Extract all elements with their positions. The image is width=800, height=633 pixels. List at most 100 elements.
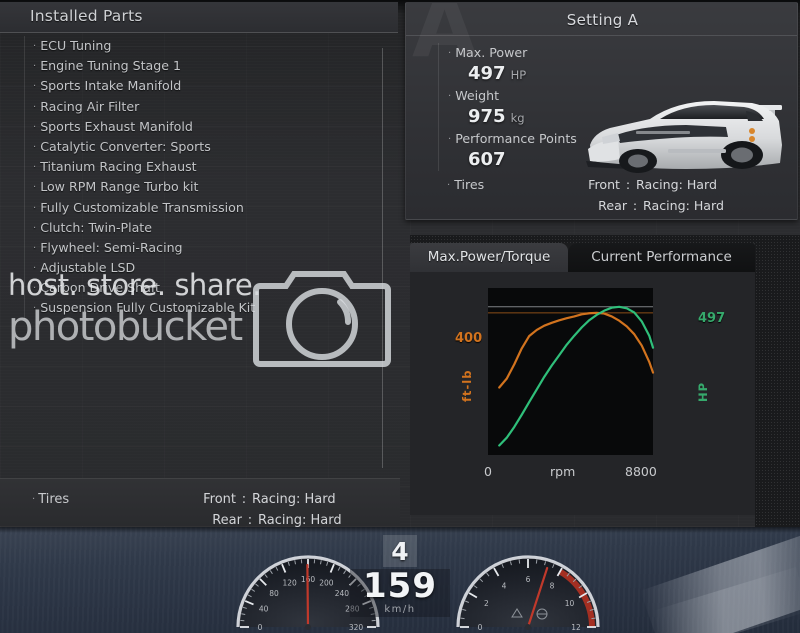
list-item[interactable]: · Racing Air Filter [33, 97, 394, 117]
tab-current-performance[interactable]: Current Performance [568, 243, 755, 272]
list-item-label: Sports Exhaust Manifold [40, 118, 193, 134]
list-item[interactable]: · Adjustable LSD [33, 258, 394, 278]
gauge-tick-label: 4 [502, 581, 507, 590]
setting-tires-rear-row: Rear: Racing: Hard [573, 198, 724, 213]
gauge-tick [460, 617, 465, 620]
bullet-icon: · [33, 41, 37, 52]
gauge-tick-label: 6 [526, 575, 531, 584]
setting-tires-label: · Tires [447, 177, 485, 192]
tab-max-power-torque[interactable]: Max.Power/Torque [410, 243, 568, 272]
stat-value: 975 kg [448, 106, 797, 129]
x-axis-tick-max: 8800 [625, 464, 657, 479]
list-item-label: Flywheel: Semi-Racing [40, 239, 183, 255]
list-item-label: Clutch: Twin-Plate [40, 219, 152, 235]
list-item[interactable]: · Flywheel: Semi-Racing [33, 238, 394, 258]
list-item-label: Suspension Fully Customizable Kit [40, 300, 256, 316]
gauge-tick-label: 10 [565, 599, 575, 608]
list-item[interactable]: · Sports Exhaust Manifold [33, 117, 394, 137]
list-item-label: Titanium Racing Exhaust [40, 159, 197, 175]
left-tires-rear-label: Rear [212, 513, 242, 528]
stat-value: 497 HP [448, 63, 797, 86]
x-axis-label: rpm [550, 464, 576, 479]
stat-label: · Weight [448, 86, 797, 106]
power-torque-plot [488, 288, 655, 455]
game-screen: Installed Parts · ECU Tuning · Engine Tunin… [0, 0, 800, 633]
bullet-icon: · [33, 101, 37, 113]
torque-peak-label: 400 [455, 331, 483, 346]
list-item-label: Racing Air Filter [40, 98, 140, 114]
page-title: Installed Parts [30, 7, 143, 25]
bullet-icon: · [33, 121, 37, 133]
list-item[interactable]: · Titanium Racing Exhaust [33, 157, 394, 177]
setting-tires-front-row: Front: Racing: Hard [566, 177, 717, 192]
list-item-label: ECU Tuning [40, 38, 112, 53]
gauge-tick-label: 240 [335, 589, 350, 598]
separator: : [241, 492, 247, 507]
list-item[interactable]: · Fully Customizable Transmission [33, 198, 394, 218]
setting-tires-front-value: Racing: Hard [636, 177, 717, 192]
driving-hud: 04080120160200240280320 024681012 4 159 … [0, 527, 800, 633]
gauge-tick-label: 120 [282, 579, 297, 588]
gear-number: 4 [391, 536, 409, 566]
gauge-tick-label: 12 [571, 623, 581, 630]
bullet-icon: · [33, 81, 37, 93]
list-item[interactable]: · Engine Tuning Stage 1 [33, 56, 394, 76]
speed-readout: 159 km/h [350, 569, 450, 617]
tachometer: 0 2 4 6 8 10 12 [456, 555, 600, 630]
performance-graph-panel: Max.Power/Torque Current Performance 400… [410, 243, 755, 515]
bullet-icon: · [33, 222, 37, 234]
gauge-tick-label: 80 [269, 589, 279, 598]
separator: : [632, 198, 638, 213]
list-item[interactable]: · Clutch: Twin-Plate [33, 218, 394, 238]
bullet-icon: · [448, 48, 452, 59]
bullet-icon: · [33, 162, 37, 174]
list-item-label: Sports Intake Manifold [40, 78, 182, 94]
stat-label-text: Performance Points [455, 131, 577, 146]
gauge-tick-label: 8 [550, 581, 555, 590]
stat-label-text: Weight [455, 88, 500, 103]
setting-a-panel: A Setting A · Max. Power 497 HP · Weight… [405, 2, 798, 220]
list-item-label: Catalytic Converter: Sports [40, 138, 211, 154]
list-item[interactable]: · Catalytic Converter: Sports [33, 137, 394, 157]
separator: : [247, 513, 253, 528]
graph-body: 400 497 ft-lb HP 0 rpm 8800 [410, 272, 755, 515]
overlay-ui-area: Installed Parts · ECU Tuning · Engine Tunin… [0, 0, 800, 528]
speed-value: 159 [363, 566, 437, 606]
bullet-icon: · [33, 303, 37, 315]
speedometer-needle [306, 563, 310, 629]
list-item[interactable]: · Sports Intake Manifold [33, 76, 394, 96]
bullet-icon: · [33, 242, 37, 254]
divider [406, 35, 797, 36]
gauge-tick-label: 320 [349, 623, 364, 630]
list-item[interactable]: · Low RPM Range Turbo kit [33, 177, 394, 197]
stat-label-text: Max. Power [455, 45, 528, 60]
setting-a-title: Setting A [566, 11, 639, 29]
bullet-icon: · [33, 61, 37, 73]
stat-number: 497 [468, 63, 506, 84]
list-item[interactable]: · ECU Tuning [33, 36, 394, 56]
stat-unit: HP [510, 68, 527, 82]
bullet-icon: · [33, 182, 37, 194]
gauge-tick-label: 0 [258, 623, 263, 630]
left-tires-summary: · Tires Front: Racing: Hard Rear: Racing: H… [0, 478, 400, 528]
setting-tires-rear-value: Racing: Hard [643, 198, 724, 213]
stat-unit: kg [510, 111, 525, 125]
bullet-icon: · [33, 283, 37, 295]
parts-scrollbar[interactable] [382, 48, 383, 468]
stat-number: 975 [468, 106, 506, 127]
installed-parts-list[interactable]: · ECU Tuning · Engine Tuning Stage 1 · Sports… [24, 36, 394, 319]
bullet-icon: · [33, 141, 37, 153]
bullet-icon: · [33, 263, 37, 275]
gauge-tick-label: 2 [484, 599, 489, 608]
setting-a-stats: · Max. Power 497 HP · Weight 975 kg · Performance… [438, 43, 797, 171]
separator: : [625, 177, 631, 192]
list-item[interactable]: · Suspension Fully Customizable Kit [33, 298, 394, 318]
list-item-label: Low RPM Range Turbo kit [40, 179, 199, 195]
installed-parts-panel: Installed Parts · ECU Tuning · Engine Tunin… [0, 0, 400, 528]
list-item[interactable]: · Carbon Drive Shaft [33, 278, 394, 298]
gauge-tick-label: 0 [478, 623, 483, 630]
stat-label: · Max. Power [448, 43, 797, 63]
stat-label: · Performance Points [448, 129, 797, 149]
bullet-icon: · [448, 134, 452, 145]
panel-texture-strip-top [410, 235, 800, 243]
